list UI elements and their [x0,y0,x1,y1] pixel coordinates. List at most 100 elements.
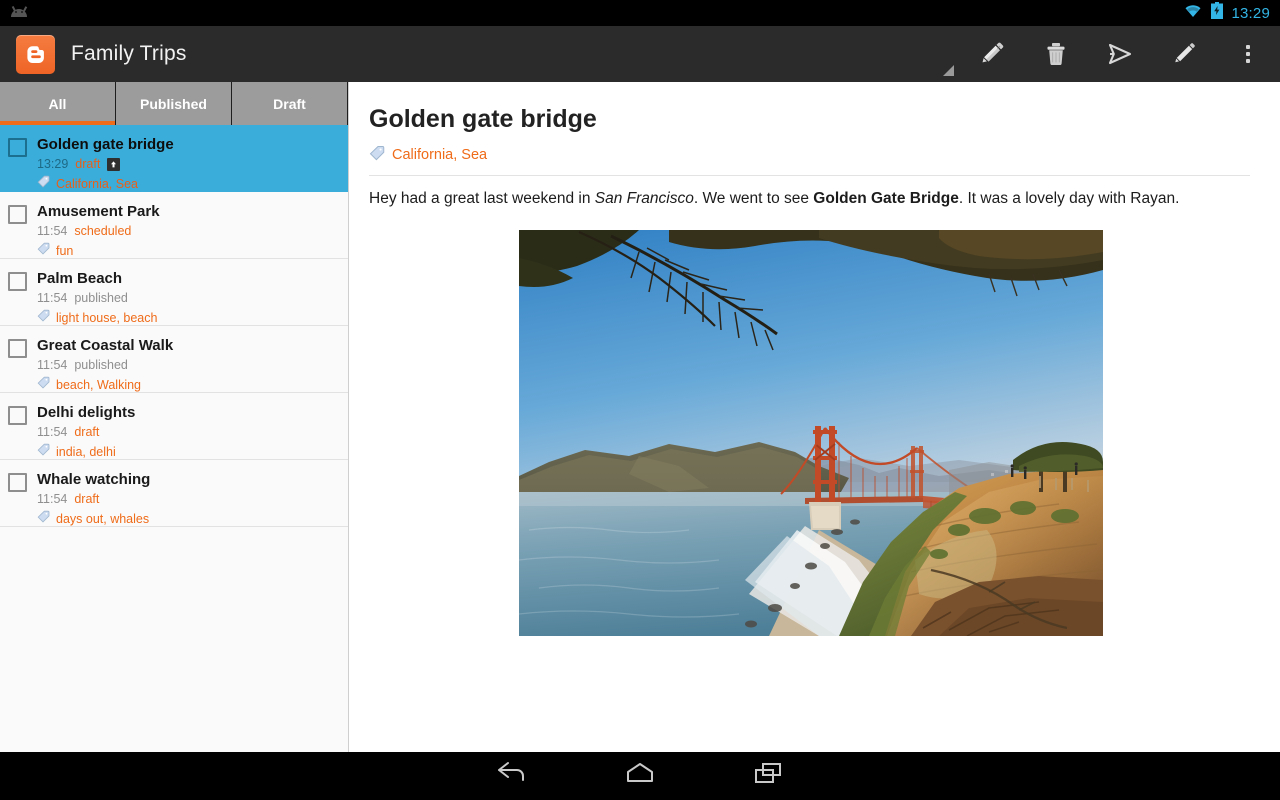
post-meta: 11:54 draft [37,491,150,508]
post-detail-pane: Golden gate bridge California, Sea Hey h… [349,82,1280,752]
tab-published[interactable]: Published [116,82,232,125]
tag-icon [37,242,50,260]
post-title: Whale watching [37,470,150,489]
tab-draft[interactable]: Draft [232,82,348,125]
home-icon [623,761,657,792]
upload-pending-icon [107,158,120,171]
post-summary: Delhi delights 11:54 draft india, delhi [37,403,135,449]
post-list[interactable]: Golden gate bridge 13:29 draft [0,125,348,752]
delete-post-button[interactable] [1024,26,1088,82]
post-status: draft [74,424,99,441]
back-button[interactable] [448,752,576,800]
post-time: 11:54 [37,424,67,441]
post-checkbox[interactable] [8,339,27,358]
post-status: draft [75,156,100,173]
recents-button[interactable] [704,752,832,800]
post-checkbox[interactable] [8,205,27,224]
body-text-italic: San Francisco [595,190,694,207]
post-summary: Golden gate bridge 13:29 draft [37,135,174,181]
blogger-logo-icon[interactable] [16,35,55,74]
post-status: published [74,357,128,374]
split-resize-handle[interactable] [926,26,960,82]
post-tags: days out, whales [37,510,150,528]
post-meta: 11:54 published [37,357,173,374]
publish-post-button[interactable] [1088,26,1152,82]
post-tags-text: beach, Walking [56,377,141,394]
android-robot-icon [8,6,30,20]
post-detail-tags: California, Sea [369,145,1250,176]
action-bar-buttons [926,26,1280,82]
tag-icon [369,145,385,165]
list-item[interactable]: Delhi delights 11:54 draft india, delhi [0,393,348,460]
tag-icon [37,510,50,528]
pencil-icon [978,40,1006,68]
post-tags-text: india, delhi [56,444,116,461]
tag-icon [37,443,50,461]
post-title: Amusement Park [37,202,160,221]
post-summary: Great Coastal Walk 11:54 published beach… [37,336,173,382]
post-checkbox[interactable] [8,473,27,492]
filter-tabs: All Published Draft [0,82,348,125]
post-summary: Whale watching 11:54 draft days out, wha… [37,470,150,516]
post-image-container [369,230,1252,636]
app-action-bar: Family Trips [0,26,1280,82]
back-arrow-icon [495,761,529,792]
trash-icon [1043,40,1069,68]
post-time: 13:29 [37,156,68,173]
status-system-icons: 13:29 [1183,2,1270,24]
post-checkbox[interactable] [8,406,27,425]
list-item[interactable]: Amusement Park 11:54 scheduled fun [0,192,348,259]
android-navigation-bar [0,752,1280,800]
home-button[interactable] [576,752,704,800]
status-notifications [8,6,30,20]
post-checkbox[interactable] [8,138,27,157]
post-summary: Palm Beach 11:54 published light house, … [37,269,157,315]
post-time: 11:54 [37,357,67,374]
more-vertical-icon [1246,45,1250,63]
post-tags-text: light house, beach [56,310,157,327]
overflow-menu-button[interactable] [1216,26,1280,82]
post-time: 11:54 [37,491,67,508]
body-text-bold: Golden Gate Bridge [813,190,959,207]
list-item[interactable]: Great Coastal Walk 11:54 published beach… [0,326,348,393]
post-tags: india, delhi [37,443,135,461]
post-time: 11:54 [37,223,67,240]
post-title: Great Coastal Walk [37,336,173,355]
send-icon [1105,41,1135,67]
post-tags: fun [37,242,160,260]
post-title: Golden gate bridge [37,135,174,154]
body-text-part-3: . It was a lovely day with Rayan. [959,190,1180,207]
list-item[interactable]: Palm Beach 11:54 published light house, … [0,259,348,326]
post-tags: California, Sea [37,175,174,193]
post-meta: 11:54 published [37,290,157,307]
post-tags: light house, beach [37,309,157,327]
post-meta: 11:54 draft [37,424,135,441]
golden-gate-bridge-photo[interactable] [519,230,1103,636]
page-title: Family Trips [71,42,187,66]
battery-charging-icon [1211,2,1223,24]
list-item[interactable]: Golden gate bridge 13:29 draft [0,125,348,192]
tab-all[interactable]: All [0,82,116,125]
post-status: scheduled [74,223,131,240]
post-tags-text: California, Sea [56,176,138,193]
post-meta: 11:54 scheduled [37,223,160,240]
android-status-bar: 13:29 [0,0,1280,26]
tag-icon [37,376,50,394]
post-checkbox[interactable] [8,272,27,291]
list-item[interactable]: Whale watching 11:54 draft days out, wha… [0,460,348,527]
compose-post-button[interactable] [1152,26,1216,82]
post-detail-body: Hey had a great last weekend in San Fran… [369,176,1252,210]
status-clock: 13:29 [1231,5,1270,22]
post-title: Palm Beach [37,269,157,288]
post-status: draft [74,491,99,508]
main-body: All Published Draft Golden gate bridge 1… [0,82,1280,752]
edit-post-button[interactable] [960,26,1024,82]
recent-apps-icon [751,761,785,792]
post-detail-tags-text: California, Sea [392,147,487,163]
post-time: 11:54 [37,290,67,307]
body-text-part-1: Hey had a great last weekend in [369,190,595,207]
post-tags-text: fun [56,243,73,260]
body-text-part-2: . We went to see [694,190,813,207]
post-detail-title: Golden gate bridge [369,104,1252,134]
post-list-sidebar: All Published Draft Golden gate bridge 1… [0,82,349,752]
